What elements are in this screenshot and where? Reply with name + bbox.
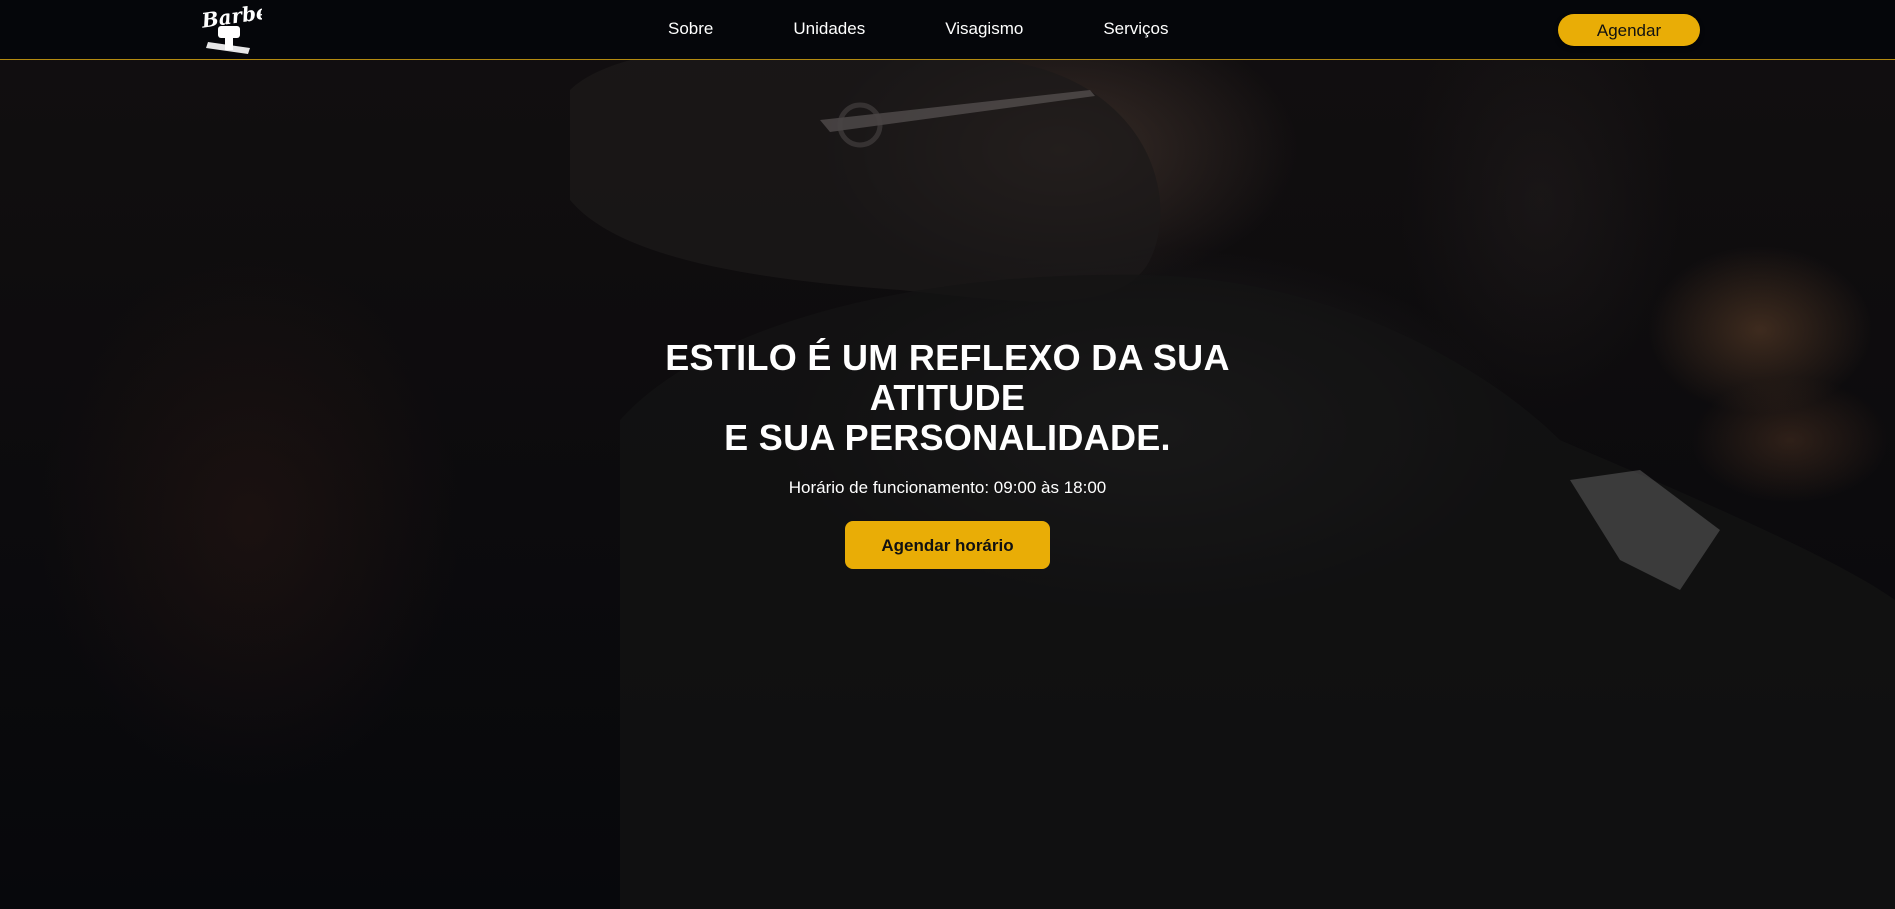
nav-link-servicos[interactable]: Serviços [1103,19,1168,39]
page: Barber Sobre Unidades Visagismo Serviços… [0,0,1895,909]
main-navigation: Sobre Unidades Visagismo Serviços [668,19,1169,39]
agendar-button[interactable]: Agendar [1558,14,1700,46]
hero-title: ESTILO É UM REFLEXO DA SUA ATITUDE E SUA… [638,338,1258,458]
nav-link-unidades[interactable]: Unidades [793,19,865,39]
agendar-horario-button[interactable]: Agendar horário [845,521,1050,569]
barber-logo-icon[interactable]: Barber [198,0,282,58]
barber-logo-icon-graphic: Barber [199,0,282,54]
hero-title-line: E SUA PERSONALIDADE. [724,417,1171,458]
hero-section: ESTILO É UM REFLEXO DA SUA ATITUDE E SUA… [0,338,1895,569]
opening-hours-text: Horário de funcionamento: 09:00 às 18:00 [788,478,1107,497]
hero-title-line: ESTILO É UM REFLEXO DA SUA ATITUDE [665,337,1230,418]
nav-link-visagismo[interactable]: Visagismo [945,19,1023,39]
top-navbar: Barber Sobre Unidades Visagismo Serviços… [0,0,1895,60]
nav-link-sobre[interactable]: Sobre [668,19,713,39]
